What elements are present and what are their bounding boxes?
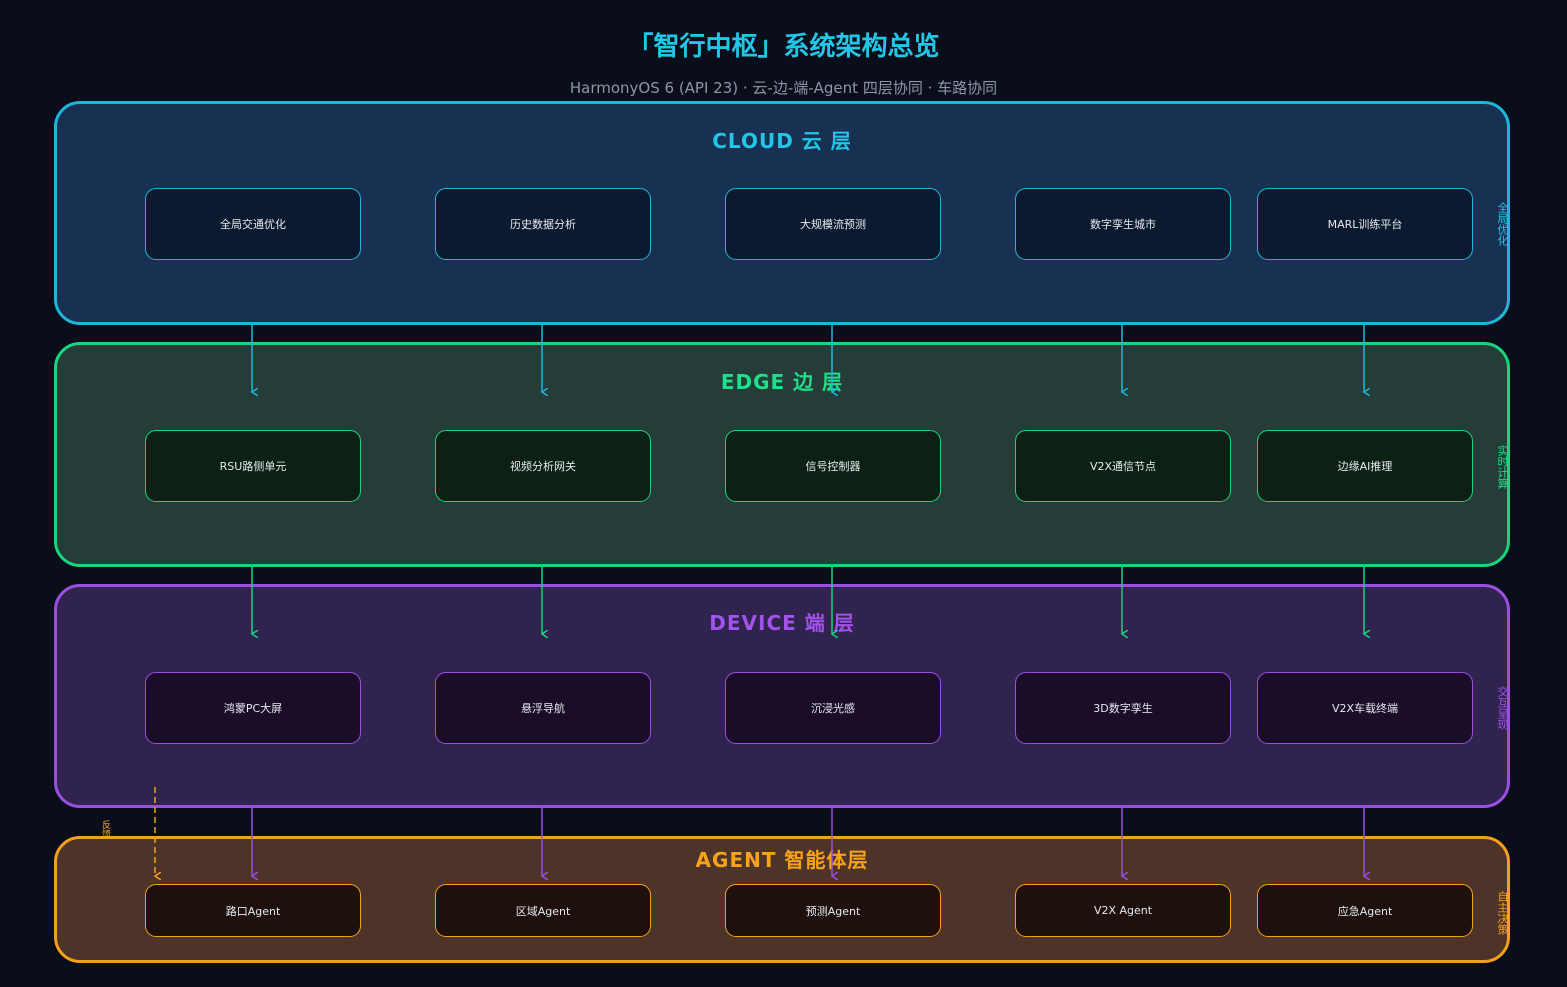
- layer-connectors: [0, 322, 1567, 987]
- feedback-label: 反馈: [100, 820, 110, 838]
